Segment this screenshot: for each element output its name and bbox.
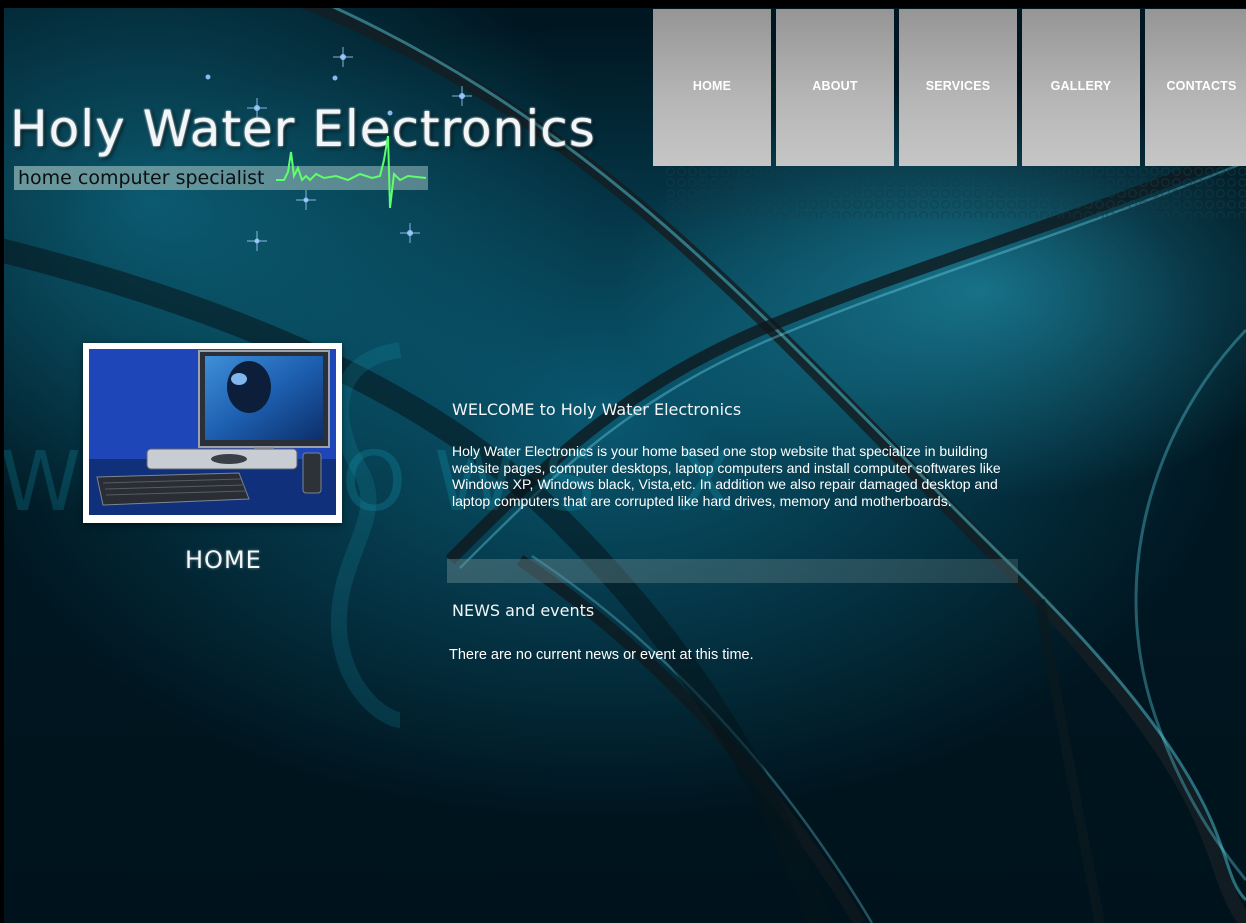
welcome-paragraph: Holy Water Electronics is your home base… [452, 443, 1001, 509]
nav-dot-pattern [665, 166, 1246, 218]
top-border [0, 0, 1246, 8]
left-border [0, 0, 4, 923]
welcome-heading: WELCOME to Holy Water Electronics [452, 400, 742, 419]
page-heading: HOME [185, 546, 262, 574]
hero-image-frame [83, 343, 342, 523]
main-nav: HOME ABOUT SERVICES GALLERY CONTACTS [653, 9, 1246, 166]
news-message: There are no current news or event at th… [449, 647, 754, 663]
nav-about[interactable]: ABOUT [776, 9, 894, 166]
nav-gallery[interactable]: GALLERY [1022, 9, 1140, 166]
nav-contacts[interactable]: CONTACTS [1145, 9, 1246, 166]
heartbeat-pulse-icon [276, 135, 426, 209]
site-tagline: home computer specialist [18, 167, 265, 189]
nav-services[interactable]: SERVICES [899, 9, 1017, 166]
news-heading: NEWS and events [452, 601, 595, 620]
nav-home[interactable]: HOME [653, 9, 771, 166]
desktop-computer-image [89, 349, 336, 515]
section-divider [447, 559, 1018, 583]
computer-illustration [89, 349, 336, 515]
page: WINDOWS X Holy Water Electronics home co… [0, 0, 1246, 923]
